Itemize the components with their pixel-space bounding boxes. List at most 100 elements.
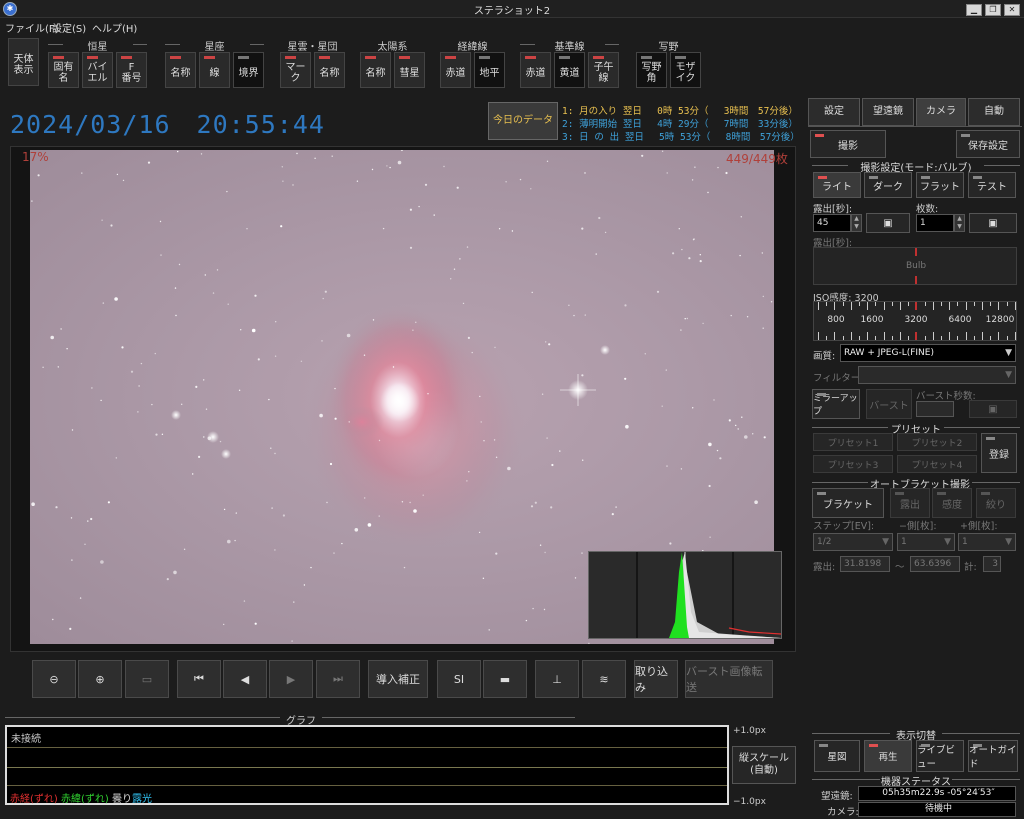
preset-button[interactable]: プリセット2 xyxy=(897,433,977,451)
toolbar-button[interactable]: 名称 xyxy=(165,52,196,88)
toolbar-button[interactable]: 固有 名 xyxy=(48,52,79,88)
toggle-led xyxy=(87,56,98,59)
exposure-spinner[interactable]: ▲ ▼ xyxy=(851,214,862,232)
step-select[interactable]: 1/2 ▼ xyxy=(813,533,893,551)
display-mode-button[interactable]: 再生 xyxy=(864,740,912,772)
menu-help[interactable]: ヘルプ(H) xyxy=(92,20,137,35)
folder-button[interactable]: ▬ xyxy=(483,660,527,698)
tab-auto[interactable]: 自動 xyxy=(968,98,1020,126)
celestial-display-button[interactable]: 天体 表示 xyxy=(8,38,39,86)
toolbar-button[interactable]: マーク xyxy=(280,52,311,88)
toggle-led xyxy=(479,56,490,59)
display-mode-button[interactable]: 星図 xyxy=(814,740,860,772)
tab-settings[interactable]: 設定 xyxy=(808,98,860,126)
bracket-option-button[interactable]: 感度 xyxy=(932,488,972,518)
star xyxy=(200,153,203,155)
frames-preset-button[interactable]: ▣ xyxy=(969,213,1017,233)
preset-button[interactable]: プリセット1 xyxy=(813,433,893,451)
exposure-input[interactable]: 45 xyxy=(813,214,851,232)
toolbar-button[interactable]: 線 xyxy=(199,52,230,88)
fit-button[interactable]: ▭ xyxy=(125,660,169,698)
mode-button[interactable]: テスト xyxy=(968,172,1016,198)
toolbar-button[interactable]: 赤道 xyxy=(440,52,471,88)
burst-transfer-button[interactable]: バースト画像転送 xyxy=(685,660,773,698)
burst-button[interactable]: バースト xyxy=(866,389,912,419)
today-data-button[interactable]: 今日のデータ xyxy=(488,102,558,140)
frames-input[interactable]: 1 xyxy=(916,214,954,232)
frame-count: 449/449枚 xyxy=(726,152,788,166)
star xyxy=(52,618,54,621)
prev-frame-button[interactable]: ◀ xyxy=(223,660,267,698)
toolbar-button[interactable]: 彗星 xyxy=(394,52,425,88)
last-frame-button[interactable]: ⏭ xyxy=(316,660,360,698)
star xyxy=(71,429,74,431)
star xyxy=(478,531,481,534)
star xyxy=(644,353,646,355)
restore-icon[interactable]: ❐ xyxy=(985,4,1001,16)
star xyxy=(274,549,276,551)
toolbar-button[interactable]: 写野 角 xyxy=(636,52,667,88)
tab-camera[interactable]: カメラ xyxy=(916,98,966,126)
preset-button[interactable]: プリセット3 xyxy=(813,455,893,473)
vertical-scale-button[interactable]: 縦スケール (自動) xyxy=(732,746,796,784)
register-button[interactable]: 登録 xyxy=(981,433,1017,473)
toolbar-button[interactable]: F 番号 xyxy=(116,52,147,88)
iso-marker-bottom xyxy=(915,332,917,340)
toolbar-button[interactable]: バイ エル xyxy=(82,52,113,88)
close-icon[interactable]: ✕ xyxy=(1004,4,1020,16)
exposure-preset-button[interactable]: ▣ xyxy=(866,213,910,233)
toolbar-button-label: 赤道 xyxy=(445,67,466,79)
burst-preset-button[interactable]: ▣ xyxy=(969,400,1017,418)
menu-settings[interactable]: 設定(S) xyxy=(52,20,86,35)
burst-seconds-input[interactable] xyxy=(916,401,954,417)
display-mode-button[interactable]: オートガイド xyxy=(968,740,1018,772)
toolbar-button[interactable]: 名称 xyxy=(314,52,345,88)
bracket-button[interactable]: ブラケット xyxy=(812,488,884,518)
star xyxy=(611,513,614,516)
iso-tick xyxy=(924,336,926,340)
toolbar-button[interactable]: 境界 xyxy=(233,52,264,88)
import-button[interactable]: 取り込み xyxy=(634,660,678,698)
bulb-slider[interactable]: Bulb xyxy=(813,247,1017,285)
star xyxy=(240,329,242,331)
next-frame-button[interactable]: ▶ xyxy=(269,660,313,698)
iso-slider[interactable]: 800 1600 3200 6400 12800 xyxy=(813,301,1017,341)
toolbar-button[interactable]: 名称 xyxy=(360,52,391,88)
filter-select[interactable]: ▼ xyxy=(858,366,1016,384)
si-button[interactable]: SI xyxy=(437,660,481,698)
toolbar-button[interactable]: 黄道 xyxy=(554,52,585,88)
toolbar-button[interactable]: 地平 xyxy=(474,52,505,88)
toolbar-button[interactable]: 子午 線 xyxy=(588,52,619,88)
save-settings-button[interactable]: 保存設定 xyxy=(956,130,1020,158)
iso-tick xyxy=(965,302,967,310)
toggle-led xyxy=(399,56,410,59)
first-frame-button[interactable]: ⏮ xyxy=(177,660,221,698)
plus-select[interactable]: 1 ▼ xyxy=(958,533,1016,551)
tab-telescope[interactable]: 望遠鏡 xyxy=(862,98,914,126)
menu-file[interactable]: ファイル(F) xyxy=(5,20,59,35)
minus-select[interactable]: 1 ▼ xyxy=(897,533,955,551)
histogram-button[interactable]: ⊥ xyxy=(535,660,579,698)
mirror-up-button[interactable]: ミラーアップ xyxy=(812,389,860,419)
toolbar-button[interactable]: 赤道 xyxy=(520,52,551,88)
mode-button[interactable]: ライト xyxy=(813,172,861,198)
menu-bar: ファイル(F) 設定(S) ヘルプ(H) xyxy=(0,18,1024,35)
zoom-in-button[interactable]: ⊕ xyxy=(78,660,122,698)
display-mode-button[interactable]: ライブビュー xyxy=(916,740,964,772)
minus-label: −側[枚]: xyxy=(899,521,937,532)
toolbar-button[interactable]: モザ イク xyxy=(670,52,701,88)
bracket-option-button[interactable]: 絞り xyxy=(976,488,1016,518)
shoot-button[interactable]: 撮影 xyxy=(810,130,886,158)
display-mode-led xyxy=(921,744,930,747)
bracket-option-button[interactable]: 露出 xyxy=(890,488,930,518)
star xyxy=(546,160,549,162)
mode-button[interactable]: フラット xyxy=(916,172,964,198)
frames-spinner[interactable]: ▲ ▼ xyxy=(954,214,965,232)
preset-button[interactable]: プリセット4 xyxy=(897,455,977,473)
mode-button[interactable]: ダーク xyxy=(864,172,912,198)
zoom-out-button[interactable]: ⊖ xyxy=(32,660,76,698)
minimize-icon[interactable]: ▁ xyxy=(966,4,982,16)
stretch-button[interactable]: ≋ xyxy=(582,660,626,698)
guide-correction-button[interactable]: 導入補正 xyxy=(368,660,428,698)
quality-select[interactable]: RAW + JPEG-L(FINE) ▼ xyxy=(840,344,1016,362)
